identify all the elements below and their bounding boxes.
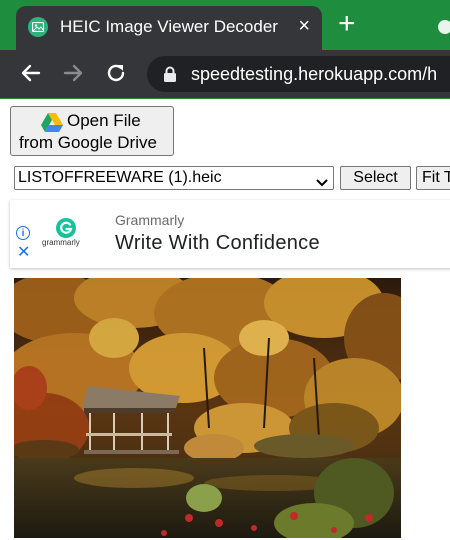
reload-icon[interactable] [105,62,127,89]
image-favicon-icon [28,17,48,37]
ad-banner[interactable]: i ✕ grammarly Grammarly Write With Confi… [10,200,450,268]
ad-logo-wordmark: grammarly [42,238,80,247]
address-bar[interactable]: speedtesting.herokuapp.com/h [147,56,450,92]
tab-title: HEIC Image Viewer Decoder [60,17,278,36]
back-arrow-icon[interactable] [20,62,42,89]
fit-button[interactable]: Fit T [416,166,450,190]
ad-info-icon[interactable]: i [16,226,30,240]
ad-headline: Write With Confidence [115,232,320,254]
ad-brand: Grammarly [115,212,185,228]
ad-close-icon[interactable]: ✕ [17,245,30,261]
profile-icon[interactable] [438,20,450,34]
tab-close-icon[interactable]: × [298,15,310,37]
decoded-image [14,278,401,538]
browser-tab[interactable]: HEIC Image Viewer Decoder × [16,6,322,50]
tab-strip: HEIC Image Viewer Decoder × + [0,0,450,50]
gdrive-label-line1: Open File [67,111,141,130]
select-button[interactable]: Select [340,166,411,190]
url-text: speedtesting.herokuapp.com/h [191,64,438,84]
open-google-drive-button[interactable]: Open File from Google Drive [10,106,174,156]
selected-file-name: LISTOFFREEWARE (1).heic [18,169,222,186]
chevron-down-icon [316,174,328,192]
gdrive-label-line2: from Google Drive [19,133,157,152]
new-tab-button[interactable]: + [338,9,356,39]
lock-icon[interactable] [163,66,177,88]
grammarly-logo-icon [56,218,76,238]
navigation-bar: speedtesting.herokuapp.com/h [0,50,450,99]
forward-arrow-icon[interactable] [62,62,84,89]
file-select-dropdown[interactable]: LISTOFFREEWARE (1).heic [14,166,334,190]
